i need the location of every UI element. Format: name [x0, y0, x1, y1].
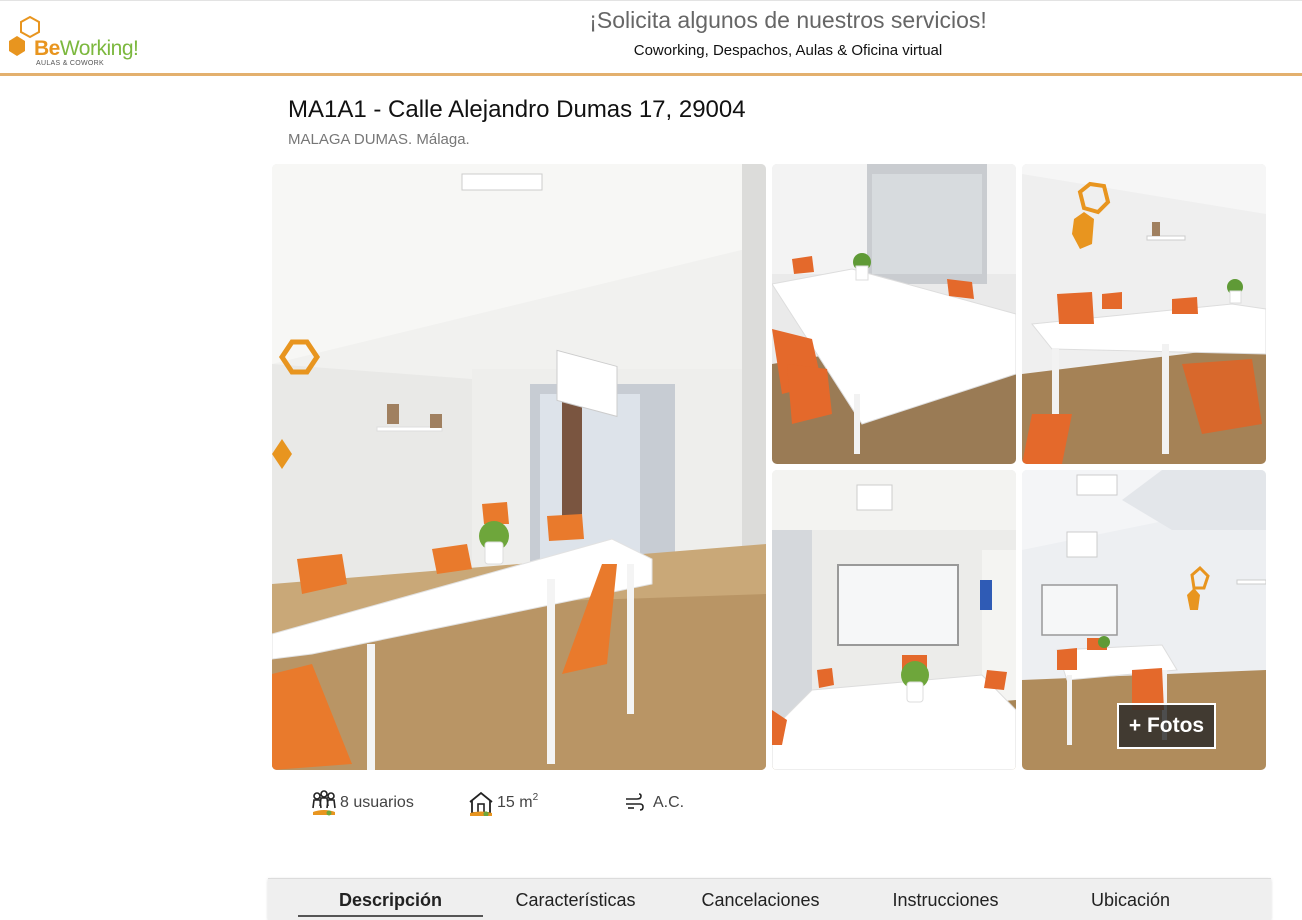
meeting-room-image: [772, 470, 1016, 770]
logo-tagline: AULAS & COWORK: [36, 60, 104, 67]
room-photo-4[interactable]: [772, 470, 1016, 770]
tab-descripcion[interactable]: Descripción: [298, 879, 483, 920]
feature-capacity: 8 usuarios: [311, 789, 414, 817]
logo-wordmark: BeWorking!: [34, 37, 139, 61]
promo-title: ¡Solicita algunos de nuestros servicios!: [589, 7, 987, 33]
tab-ubicacion[interactable]: Ubicación: [1038, 879, 1223, 920]
area-text: 15 m2: [497, 792, 539, 812]
detail-tabs: Descripción Características Cancelacione…: [268, 878, 1271, 920]
feature-air-conditioning: A.C.: [624, 789, 684, 817]
page-title: MA1A1 - Calle Alejandro Dumas 17, 29004: [288, 96, 746, 123]
promo-subtitle: Coworking, Despachos, Aulas & Oficina vi…: [633, 42, 943, 59]
site-header: BeWorking! AULAS & COWORK ¡Solicita algu…: [0, 0, 1302, 76]
air-conditioning-icon: [626, 793, 644, 811]
feature-area: 15 m2: [468, 789, 538, 817]
room-photo-3[interactable]: [1022, 164, 1266, 464]
area-value: 15 m: [497, 794, 533, 811]
tab-caracteristicas[interactable]: Características: [483, 879, 668, 920]
logo-be-text: Be: [34, 37, 60, 60]
meeting-room-image: [772, 164, 1016, 464]
room-photo-2[interactable]: [772, 164, 1016, 464]
meeting-room-image: [1022, 164, 1266, 464]
main-room-photo[interactable]: [272, 164, 766, 770]
page-subtitle: MALAGA DUMAS. Málaga.: [288, 131, 470, 148]
meeting-room-image: [272, 164, 766, 770]
tab-instrucciones[interactable]: Instrucciones: [853, 879, 1038, 920]
house-icon: [469, 791, 493, 816]
tab-cancelaciones[interactable]: Cancelaciones: [668, 879, 853, 920]
beworking-logo[interactable]: BeWorking! AULAS & COWORK: [6, 15, 156, 71]
capacity-text: 8 usuarios: [340, 794, 414, 811]
area-unit-superscript: 2: [532, 792, 539, 803]
logo-working-text: Working!: [59, 37, 139, 60]
users-icon: [312, 790, 336, 816]
ac-text: A.C.: [653, 794, 685, 811]
more-photos-button[interactable]: + Fotos: [1117, 703, 1216, 749]
